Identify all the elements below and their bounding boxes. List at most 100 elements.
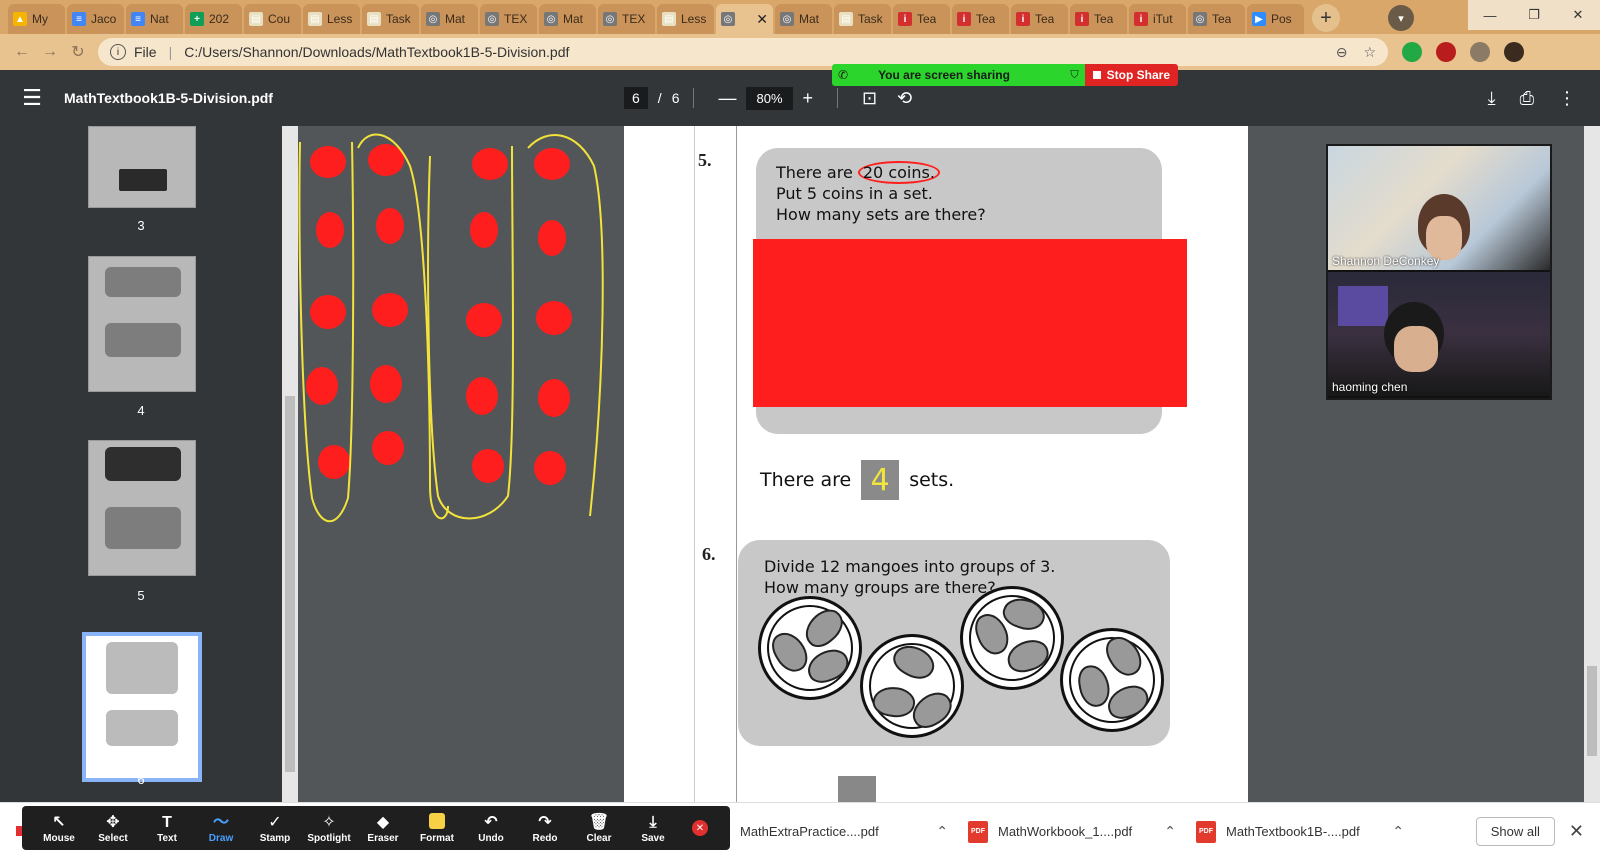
tool-mouse-button[interactable]: ↖ Mouse [32,813,86,844]
browser-tab[interactable]: ▤ Less [657,4,714,34]
zoom-in-button[interactable]: + [793,88,824,109]
browser-tab[interactable]: ◎ Tea [1188,4,1245,34]
reload-button[interactable]: ↻ [64,38,92,66]
zoom-icon[interactable]: ⊖ [1336,44,1348,61]
chevron-up-icon[interactable]: ⌃ [936,823,948,840]
download-item[interactable]: MathExtraPractice....pdf ⌃ [740,823,968,840]
tool-format-button[interactable]: Format [410,812,464,844]
tab-favicon-icon: ▤ [662,12,676,26]
browser-tab[interactable]: ◎ TEX [480,4,537,34]
browser-tab[interactable]: ▤ Less [303,4,360,34]
thumbnail-page-3[interactable] [88,126,196,208]
tool-eraser-button[interactable]: ◆ Eraser [356,813,410,844]
browser-tab[interactable]: ▤ Task [834,4,891,34]
browser-tab[interactable]: i Tea [893,4,950,34]
browser-tab[interactable]: i Tea [952,4,1009,34]
close-window-button[interactable]: ✕ [1556,0,1600,30]
hamburger-menu-icon[interactable]: ☰ [0,85,64,111]
sidebar-scrollbar[interactable] [282,126,298,802]
tab-favicon-icon: ▤ [367,12,381,26]
extension-icon-green[interactable] [1402,42,1422,62]
minimize-button[interactable]: — [1468,0,1512,30]
thumbnail-page-4[interactable] [88,256,196,392]
browser-tab[interactable]: ▤ Task [362,4,419,34]
current-page-input[interactable]: 6 [624,87,648,109]
close-annotation-icon[interactable]: ✕ [692,820,708,836]
download-icon[interactable]: ⤓ [1488,88,1496,109]
site-info-icon[interactable]: i [110,44,126,60]
tab-search-icon[interactable]: ▾ [1388,5,1414,31]
ublock-icon[interactable] [1436,42,1456,62]
viewer-scrollbar[interactable] [1584,126,1600,802]
browser-tab[interactable]: i Tea [1070,4,1127,34]
chevron-up-icon[interactable]: ⌃ [1392,823,1404,840]
show-all-button[interactable]: Show all [1475,817,1555,846]
new-tab-button[interactable]: + [1312,4,1340,32]
pdf-file-icon: PDF [1196,820,1216,843]
extensions-puzzle-icon[interactable] [1470,42,1490,62]
url-text[interactable]: C:/Users/Shannon/Downloads/MathTextbook1… [184,44,569,60]
thumbnail-page-5[interactable] [88,440,196,576]
address-bar[interactable]: i File | C:/Users/Shannon/Downloads/Math… [98,38,1388,66]
tab-close-icon[interactable]: ✕ [756,11,768,28]
share-status[interactable]: ✆ You are screen sharing ⛉ [832,64,1085,86]
format-icon [429,812,445,829]
browser-tab[interactable]: i iTut [1129,4,1186,34]
forward-button[interactable]: → [36,38,64,66]
tool-label: Format [420,832,454,844]
tool-select-button[interactable]: ✥ Select [86,813,140,844]
thumbnail-page-6-selected[interactable] [82,632,202,782]
rotate-icon[interactable]: ⟲ [887,88,922,109]
browser-tab[interactable]: ▤ Cou [244,4,301,34]
profile-avatar[interactable] [1504,42,1524,62]
browser-tab[interactable]: ◎ ✕ [716,4,773,34]
tool-stamp-button[interactable]: ✓ Stamp [248,813,302,844]
video-tile[interactable]: haoming chen [1328,272,1550,396]
question-number: 5. [698,150,712,170]
browser-tab[interactable]: ▲ My [8,4,65,34]
tool-clear-button[interactable]: 🗑 Clear [572,813,626,844]
stop-share-button[interactable]: Stop Share [1084,64,1178,86]
chevron-up-icon[interactable]: ⌃ [1164,823,1176,840]
q5-line1-b: 20 coins. [857,161,940,184]
redo-icon: ↷ [538,813,552,831]
participant-name: Shannon DeConkey [1332,254,1440,268]
red-dot [376,208,404,244]
close-shelf-icon[interactable]: ✕ [1569,821,1584,842]
restore-button[interactable]: ❐ [1512,0,1556,30]
zoom-out-button[interactable]: — [708,88,746,109]
browser-tab[interactable]: i Tea [1011,4,1068,34]
tool-draw-button[interactable]: 〜 Draw [194,813,248,844]
download-item[interactable]: PDF MathWorkbook_1....pdf ⌃ [968,820,1196,843]
back-button[interactable]: ← [8,38,36,66]
browser-tab[interactable]: ≡ Jaco [67,4,124,34]
tool-text-button[interactable]: T Text [140,813,194,844]
browser-tab[interactable]: ◎ Mat [421,4,478,34]
red-dot [472,449,504,483]
browser-tab[interactable]: ≡ Nat [126,4,183,34]
video-tile[interactable]: Shannon DeConkey [1328,146,1550,270]
address-row: ← → ↻ i File | C:/Users/Shannon/Download… [0,34,1600,70]
more-options-icon[interactable]: ⋮ [1558,88,1576,109]
tool-spotlight-button[interactable]: ✧ Spotlight [302,813,356,844]
annotation-drawing [298,133,604,523]
tab-strip: ▲ My ≡ Jaco ≡ Nat +202 ▤ Cou ▤ Less ▤ Task ◎ Mat ◎ TEX ◎ M… [0,0,1600,34]
browser-tab[interactable]: ◎ Mat [775,4,832,34]
browser-tab[interactable]: ◎ Mat [539,4,596,34]
browser-tab[interactable]: +202 [185,4,242,34]
browser-tab[interactable]: ◎ TEX [598,4,655,34]
question-5-text: There are 20 coins. Put 5 coins in a set… [776,161,986,225]
fit-page-icon[interactable]: ⊡ [852,88,887,109]
tool-save-button[interactable]: ⤓ Save [626,813,680,844]
browser-tab[interactable]: ▶ Pos [1247,4,1304,34]
q5-line2: Put 5 coins in a set. [776,184,933,203]
zoom-level-input[interactable]: 80% [746,86,793,110]
tab-favicon-icon: i [1016,12,1030,26]
download-item[interactable]: PDF MathTextbook1B-....pdf ⌃ [1196,820,1424,843]
bookmark-star-icon[interactable]: ☆ [1363,44,1376,61]
print-icon[interactable]: ⎙ [1520,88,1534,109]
tool-undo-button[interactable]: ↶ Undo [464,813,518,844]
tool-label: Mouse [43,832,75,844]
tool-redo-button[interactable]: ↷ Redo [518,813,572,844]
tab-title: Tea [1035,12,1055,26]
